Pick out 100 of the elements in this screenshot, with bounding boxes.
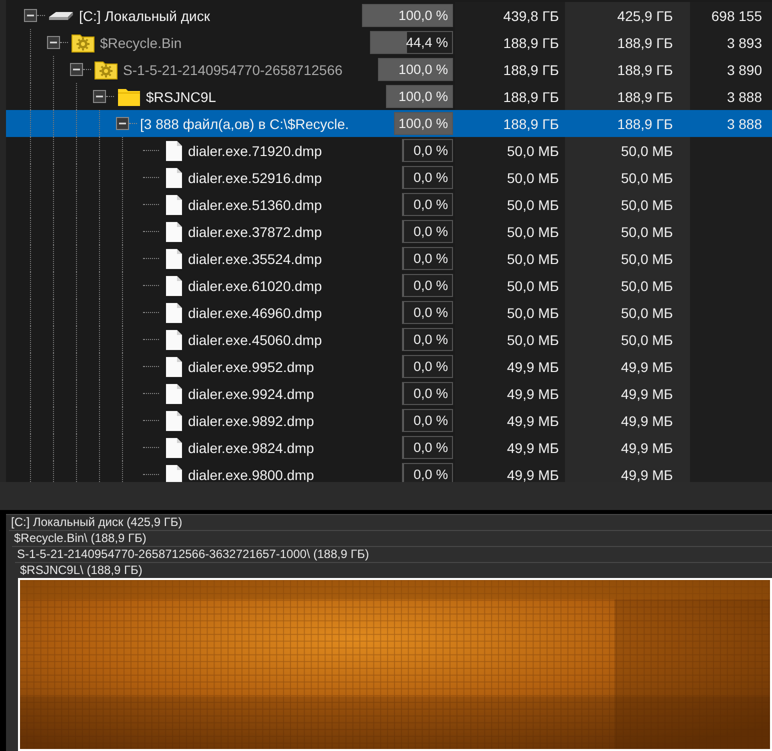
tree-row[interactable]: dialer.exe.46960.dmp 0,0 % 50,0 МБ 50,0 МБ <box>6 299 772 326</box>
collapse-toggle[interactable] <box>47 36 60 49</box>
file-icon <box>165 410 183 432</box>
item-name: [C:] Локальный диск <box>79 8 210 24</box>
gear-folder-icon <box>71 32 95 52</box>
tree-row[interactable]: dialer.exe.9824.dmp 0,0 % 49,9 МБ 49,9 МБ <box>6 434 772 461</box>
item-name: dialer.exe.9824.dmp <box>188 440 314 456</box>
allocated-cell: 49,9 МБ <box>621 412 673 428</box>
item-name: dialer.exe.52916.dmp <box>188 170 322 186</box>
allocated-cell: 188,9 ГБ <box>617 88 673 104</box>
size-cell: 188,9 ГБ <box>503 62 559 78</box>
percent-text: 0,0 % <box>413 386 449 401</box>
file-icon <box>165 140 183 162</box>
allocated-cell: 50,0 МБ <box>621 224 673 240</box>
file-icon <box>165 464 183 482</box>
tree-row[interactable]: $Recycle.Bin 44,4 % 188,9 ГБ 188,9 ГБ 3 893 <box>6 29 772 56</box>
percent-text: 0,0 % <box>413 467 449 482</box>
file-icon <box>165 382 183 404</box>
collapse-toggle[interactable] <box>116 117 129 130</box>
item-count: 3 893 <box>726 34 762 50</box>
item-name: dialer.exe.61020.dmp <box>188 278 322 294</box>
item-name: dialer.exe.71920.dmp <box>188 142 322 158</box>
collapse-toggle[interactable] <box>24 9 37 22</box>
allocated-cell: 50,0 МБ <box>621 304 673 320</box>
file-icon <box>165 302 183 324</box>
drive-icon <box>48 10 74 22</box>
percent-text: 0,0 % <box>413 440 449 455</box>
item-name: $RSJNC9L <box>146 88 216 104</box>
allocated-cell: 50,0 МБ <box>621 278 673 294</box>
percent-text: 100,0 % <box>398 89 449 104</box>
tree-row[interactable]: dialer.exe.45060.dmp 0,0 % 50,0 МБ 50,0 МБ <box>6 326 772 353</box>
item-name: dialer.exe.51360.dmp <box>188 196 322 212</box>
percent-text: 100,0 % <box>398 116 449 131</box>
tree-row[interactable]: dialer.exe.37872.dmp 0,0 % 50,0 МБ 50,0 МБ <box>6 218 772 245</box>
item-name: dialer.exe.9924.dmp <box>188 386 314 402</box>
size-cell: 439,8 ГБ <box>503 8 559 24</box>
tree-row[interactable]: dialer.exe.9892.dmp 0,0 % 49,9 МБ 49,9 МБ <box>6 407 772 434</box>
percent-text: 0,0 % <box>413 143 449 158</box>
collapse-toggle[interactable] <box>70 63 83 76</box>
percent-text: 44,4 % <box>406 35 449 50</box>
allocated-cell: 49,9 МБ <box>621 386 673 402</box>
percent-text: 0,0 % <box>413 197 449 212</box>
file-icon <box>165 166 183 188</box>
percent-text: 100,0 % <box>398 8 449 23</box>
gear-folder-icon <box>94 60 118 80</box>
percent-text: 0,0 % <box>413 251 449 266</box>
item-name: $Recycle.Bin <box>100 34 182 50</box>
size-cell: 188,9 ГБ <box>503 116 559 132</box>
item-count: 698 155 <box>711 8 762 24</box>
tree-row[interactable]: dialer.exe.35524.dmp 0,0 % 50,0 МБ 50,0 МБ <box>6 245 772 272</box>
tree-row[interactable]: dialer.exe.51360.dmp 0,0 % 50,0 МБ 50,0 МБ <box>6 191 772 218</box>
size-cell: 50,0 МБ <box>507 196 559 212</box>
item-count: 3 888 <box>726 88 762 104</box>
size-cell: 50,0 МБ <box>507 304 559 320</box>
tree-row[interactable]: dialer.exe.61020.dmp 0,0 % 50,0 МБ 50,0 МБ <box>6 272 772 299</box>
allocated-cell: 49,9 МБ <box>621 466 673 482</box>
size-cell: 188,9 ГБ <box>503 88 559 104</box>
tree-row[interactable]: [C:] Локальный диск 100,0 % 439,8 ГБ 425,9 ГБ 698 155 <box>6 2 772 29</box>
tree-row[interactable]: dialer.exe.9924.dmp 0,0 % 49,9 МБ 49,9 МБ <box>6 380 772 407</box>
tree-row[interactable]: [3 888 файл(а,ов) в C:\$Recycle. 100,0 % 188,9 ГБ 188,9 ГБ 3 888 <box>6 110 772 137</box>
item-name: dialer.exe.9952.dmp <box>188 358 314 374</box>
item-name: dialer.exe.37872.dmp <box>188 224 322 240</box>
allocated-cell: 50,0 МБ <box>621 196 673 212</box>
path-label: $Recycle.Bin\ (188,9 ГБ) <box>13 531 148 546</box>
path-label: S-1-5-21-2140954770-2658712566-3632721657-1000\ (188,9 ГБ) <box>16 547 370 562</box>
percent-text: 100,0 % <box>398 62 449 77</box>
allocated-cell: 50,0 МБ <box>621 170 673 186</box>
size-cell: 50,0 МБ <box>507 250 559 266</box>
percent-text: 0,0 % <box>413 359 449 374</box>
tree-row[interactable]: dialer.exe.71920.dmp 0,0 % 50,0 МБ 50,0 МБ <box>6 137 772 164</box>
size-cell: 50,0 МБ <box>507 278 559 294</box>
file-icon <box>165 328 183 350</box>
item-count: 3 888 <box>726 116 762 132</box>
allocated-cell: 188,9 ГБ <box>617 62 673 78</box>
percent-text: 0,0 % <box>413 278 449 293</box>
tree-row[interactable]: dialer.exe.9952.dmp 0,0 % 49,9 МБ 49,9 МБ <box>6 353 772 380</box>
size-cell: 49,9 МБ <box>507 466 559 482</box>
allocated-cell: 49,9 МБ <box>621 358 673 374</box>
allocated-cell: 50,0 МБ <box>621 250 673 266</box>
tree-row[interactable]: dialer.exe.52916.dmp 0,0 % 50,0 МБ 50,0 МБ <box>6 164 772 191</box>
size-cell: 50,0 МБ <box>507 332 559 348</box>
tree-row[interactable]: $RSJNC9L 100,0 % 188,9 ГБ 188,9 ГБ 3 888 <box>6 83 772 110</box>
allocated-cell: 49,9 МБ <box>621 440 673 456</box>
collapse-toggle[interactable] <box>93 90 106 103</box>
size-cell: 50,0 МБ <box>507 142 559 158</box>
size-cell: 49,9 МБ <box>507 358 559 374</box>
percent-text: 0,0 % <box>413 413 449 428</box>
file-icon <box>165 194 183 216</box>
percent-text: 0,0 % <box>413 305 449 320</box>
item-name: dialer.exe.35524.dmp <box>188 250 322 266</box>
allocated-cell: 50,0 МБ <box>621 142 673 158</box>
size-cell: 50,0 МБ <box>507 224 559 240</box>
file-icon <box>165 356 183 378</box>
percent-text: 0,0 % <box>413 170 449 185</box>
allocated-cell: 50,0 МБ <box>621 332 673 348</box>
tree-row[interactable]: S-1-5-21-2140954770-2658712566 100,0 % 188,9 ГБ 188,9 ГБ 3 890 <box>6 56 772 83</box>
allocated-cell: 188,9 ГБ <box>617 34 673 50</box>
allocated-cell: 425,9 ГБ <box>617 8 673 24</box>
size-cell: 49,9 МБ <box>507 412 559 428</box>
size-cell: 49,9 МБ <box>507 386 559 402</box>
